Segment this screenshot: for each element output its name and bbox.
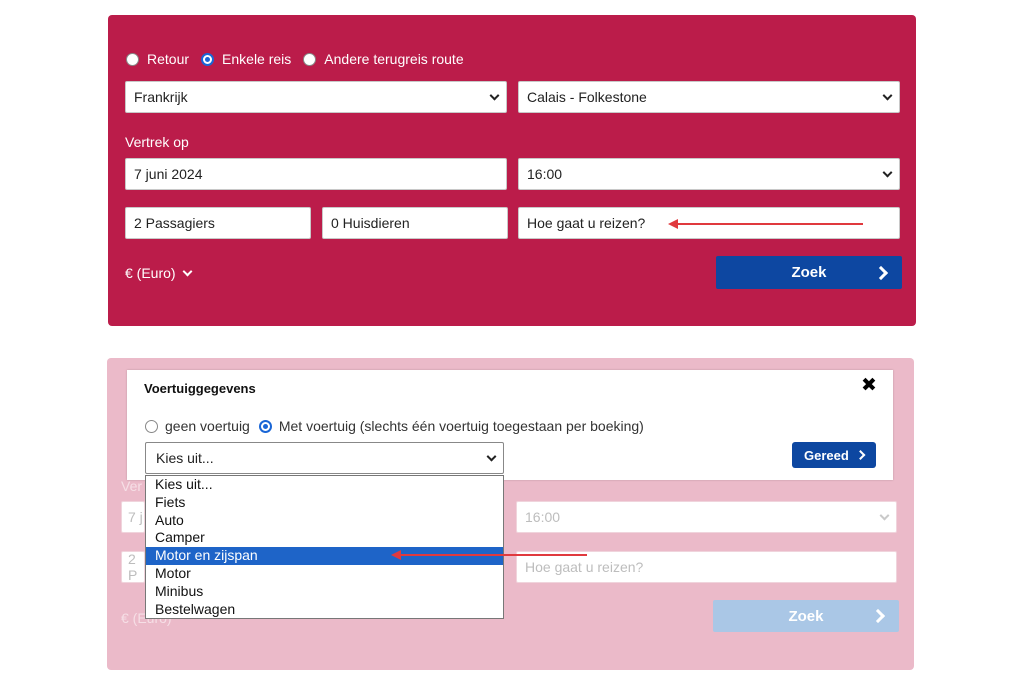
currency-selector[interactable]: € (Euro) — [125, 265, 193, 281]
annotation-arrow-line — [676, 223, 863, 225]
chevron-down-icon — [182, 266, 193, 276]
done-button[interactable]: Gereed — [792, 442, 876, 468]
radio-label-no-vehicle: geen voertuig — [165, 418, 250, 434]
vehicle-type-select[interactable]: Kies uit... — [145, 442, 504, 474]
pets-field[interactable]: 0 Huisdieren — [322, 207, 508, 239]
date-value: 7 juni 2024 — [134, 166, 203, 182]
radio-retour[interactable] — [126, 52, 139, 66]
chevron-down-icon — [486, 451, 497, 462]
time-value-faded: 16:00 — [525, 509, 561, 525]
dropdown-item[interactable]: Auto — [146, 512, 503, 530]
pets-value: 0 Huisdieren — [331, 215, 410, 231]
radio-label-retour: Retour — [147, 51, 190, 67]
dropdown-item[interactable]: Minibus — [146, 583, 503, 601]
dropdown-item[interactable]: Camper — [146, 529, 503, 547]
time-select-faded: 16:00 — [516, 501, 897, 533]
search-button-label: Zoek — [791, 264, 827, 281]
date-field-faded: 7 j — [121, 501, 145, 533]
chevron-down-icon — [879, 510, 890, 521]
chevron-down-icon — [489, 90, 500, 101]
radio-with-vehicle[interactable] — [258, 419, 272, 433]
chevron-right-icon — [870, 608, 886, 624]
passengers-field[interactable]: 2 Passagiers — [125, 207, 311, 239]
vehicle-select-value: Kies uit... — [156, 450, 214, 466]
route-select[interactable]: Calais - Folkestone — [518, 81, 900, 113]
vehicle-radio-group: geen voertuig Met voertuig (slechts één … — [145, 418, 644, 434]
dropdown-item[interactable]: Kies uit... — [146, 476, 503, 494]
departure-label: Vertrek op — [125, 134, 189, 150]
dropdown-item[interactable]: Motor — [146, 565, 503, 583]
date-field[interactable]: 7 juni 2024 — [125, 158, 507, 190]
travel-mode-placeholder: Hoe gaat u reizen? — [527, 215, 646, 231]
passengers-value: 2 Passagiers — [134, 215, 215, 231]
departure-label-faded: Ver — [121, 478, 143, 494]
radio-andere-route[interactable] — [303, 52, 317, 66]
dropdown-item-highlighted[interactable]: Motor en zijspan — [146, 547, 503, 565]
time-value: 16:00 — [527, 166, 563, 182]
search-button-faded: Zoek — [713, 600, 899, 632]
search-button[interactable]: Zoek — [716, 256, 902, 289]
country-select[interactable]: Frankrijk — [125, 81, 507, 113]
route-value: Calais - Folkestone — [527, 89, 647, 105]
chevron-down-icon — [882, 167, 893, 178]
passengers-value-faded: 2 P — [128, 551, 138, 583]
radio-label-andere-route: Andere terugreis route — [324, 51, 464, 67]
dropdown-item[interactable]: Bestelwagen — [146, 601, 503, 619]
currency-value: € (Euro) — [125, 265, 176, 281]
radio-enkele-reis[interactable] — [201, 52, 215, 66]
chevron-down-icon — [882, 90, 893, 101]
time-select[interactable]: 16:00 — [518, 158, 900, 190]
trip-type-radio-group: Retour Enkele reis Andere terugreis rout… — [126, 50, 476, 68]
modal-title: Voertuiggegevens — [144, 381, 256, 396]
travel-mode-placeholder-faded: Hoe gaat u reizen? — [525, 559, 644, 575]
dropdown-item[interactable]: Fiets — [146, 494, 503, 512]
radio-label-with-vehicle: Met voertuig (slechts één voertuig toege… — [278, 418, 644, 434]
close-icon[interactable]: ✖ — [861, 376, 877, 396]
radio-label-enkele-reis: Enkele reis — [222, 51, 292, 67]
country-value: Frankrijk — [134, 89, 188, 105]
search-button-label-faded: Zoek — [788, 607, 824, 625]
chevron-right-icon — [855, 450, 866, 460]
passengers-field-faded: 2 P — [121, 551, 145, 583]
chevron-right-icon — [873, 265, 889, 280]
vehicle-dropdown-list: Kies uit... Fiets Auto Camper Motor en z… — [145, 475, 504, 619]
done-button-label: Gereed — [804, 447, 849, 463]
annotation-arrow-line — [399, 554, 587, 556]
date-value-faded: 7 j — [128, 509, 143, 525]
radio-no-vehicle[interactable] — [145, 419, 158, 433]
